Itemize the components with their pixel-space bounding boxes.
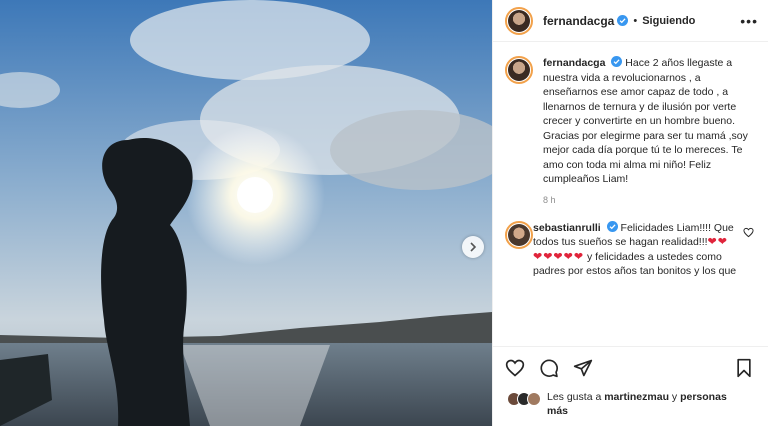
separator-dot: •: [633, 14, 638, 27]
liker-avatars[interactable]: [507, 392, 541, 406]
share-icon[interactable]: [573, 358, 593, 378]
liker-avatar: [527, 392, 541, 406]
author-username[interactable]: fernandacga: [543, 14, 614, 28]
next-image-button[interactable]: [462, 236, 484, 258]
verified-badge-icon: [617, 15, 629, 26]
likes-summary: Les gusta a martinezmau y personas más: [507, 390, 758, 418]
verified-badge-icon: [611, 56, 623, 67]
caption-text: Hace 2 años llegaste a nuestra vida a re…: [543, 57, 748, 185]
post-side-panel: fernandacga • Siguiendo ••• fernandacga …: [492, 0, 768, 426]
author-avatar[interactable]: [505, 6, 533, 35]
commenter-avatar[interactable]: [505, 220, 533, 249]
comment-item: sebastianrulli Felicidades Liam!!!! Que …: [505, 220, 756, 279]
comments-area: fernandacga Hace 2 años llegaste a nuest…: [493, 42, 768, 346]
commenter-username[interactable]: sebastianrulli: [533, 222, 601, 234]
like-heart-icon[interactable]: [505, 358, 525, 378]
caption: fernandacga Hace 2 años llegaste a nuest…: [505, 56, 756, 205]
chevron-right-icon: [470, 242, 477, 252]
likes-prefix: Les gusta a: [547, 391, 602, 403]
post-image[interactable]: [0, 0, 492, 426]
verified-badge-icon: [606, 220, 618, 232]
comment-icon[interactable]: [539, 358, 559, 378]
following-button[interactable]: Siguiendo: [642, 15, 695, 27]
liker-username[interactable]: martinezmau: [604, 391, 669, 403]
sunset-photo: [0, 0, 492, 426]
more-options-icon[interactable]: •••: [740, 13, 758, 29]
post-header: fernandacga • Siguiendo •••: [493, 0, 768, 42]
post-time[interactable]: 8 h: [543, 195, 748, 205]
save-bookmark-icon[interactable]: [734, 358, 754, 378]
caption-avatar[interactable]: [505, 56, 533, 84]
likes-conjunction: y: [671, 391, 678, 403]
caption-username[interactable]: fernandacga: [543, 57, 605, 69]
like-comment-heart-icon[interactable]: [743, 227, 754, 238]
action-bar: [493, 346, 768, 388]
